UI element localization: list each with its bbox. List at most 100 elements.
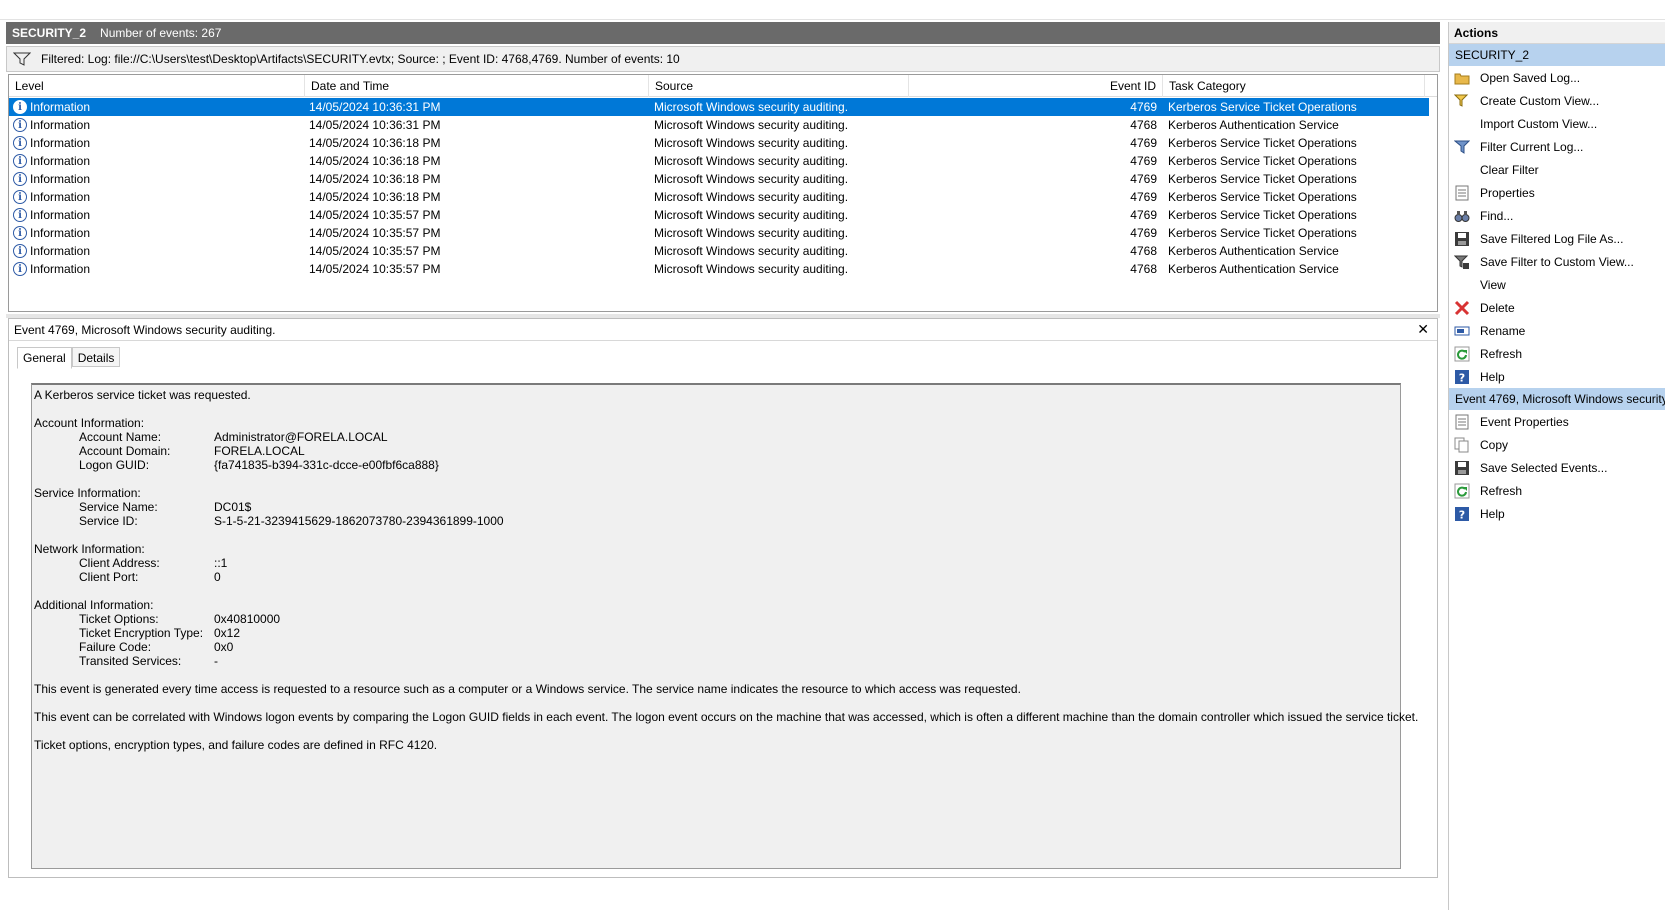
event-id-cell: 4768 <box>1130 118 1157 132</box>
action-properties[interactable]: Properties <box>1449 181 1665 204</box>
action-label: Save Filter to Custom View... <box>1480 254 1634 269</box>
copy-icon <box>1454 437 1470 453</box>
action-label: Copy <box>1480 437 1509 452</box>
event-count: Number of events: 267 <box>100 26 222 40</box>
action-refresh[interactable]: Refresh <box>1449 479 1665 502</box>
svg-text:?: ? <box>1459 508 1465 521</box>
date-cell: 14/05/2024 10:36:31 PM <box>309 100 441 114</box>
info-field: Account Name: Administrator@FORELA.LOCAL <box>34 430 1400 444</box>
action-create-custom-view[interactable]: Create Custom View... <box>1449 89 1665 112</box>
action-label: Import Custom View... <box>1480 116 1598 131</box>
events-grid[interactable]: Level Date and Time Source Event ID Task… <box>8 74 1438 312</box>
column-header-source[interactable]: Source <box>649 75 909 97</box>
column-header-date[interactable]: Date and Time <box>305 75 649 97</box>
action-save-filter-to-custom-view[interactable]: Save Filter to Custom View... <box>1449 250 1665 273</box>
information-icon: i <box>13 136 27 150</box>
task-category-cell: Kerberos Authentication Service <box>1168 244 1339 258</box>
column-header-task-category[interactable]: Task Category <box>1163 75 1425 97</box>
level-cell: i Information <box>9 262 305 276</box>
action-label: View <box>1480 277 1506 292</box>
info-field: Logon GUID: {fa741835-b394-331c-dcce-e00f… <box>34 458 1400 472</box>
action-clear-filter[interactable]: Clear Filter <box>1449 158 1665 181</box>
level-text: Information <box>30 262 91 276</box>
task-category-cell: Kerberos Service Ticket Operations <box>1168 208 1357 222</box>
table-row[interactable]: i Information 14/05/2024 10:36:18 PM Micros… <box>9 170 1429 188</box>
actions-title: Actions <box>1449 22 1665 44</box>
table-row[interactable]: i Information 14/05/2024 10:35:57 PM Micros… <box>9 260 1429 278</box>
actions-pane: Actions SECURITY_2 Open Saved Log... Crea… <box>1448 22 1665 910</box>
action-event-properties[interactable]: Event Properties <box>1449 410 1665 433</box>
action-label: Create Custom View... <box>1480 93 1600 108</box>
date-cell: 14/05/2024 10:36:31 PM <box>309 118 441 132</box>
action-import-custom-view[interactable]: Import Custom View... <box>1449 112 1665 135</box>
field-value: {fa741835-b394-331c-dcce-e00fbf6ca888} <box>214 458 439 472</box>
field-label: Account Name: <box>79 430 162 444</box>
action-label: Delete <box>1480 300 1515 315</box>
actions-section-event[interactable]: Event 4769, Microsoft Windows security a… <box>1449 388 1665 410</box>
action-copy[interactable]: Copy <box>1449 433 1665 456</box>
action-save-filtered-log-file-as[interactable]: Save Filtered Log File As... <box>1449 227 1665 250</box>
filter-icon <box>13 52 31 66</box>
source-cell: Microsoft Windows security auditing. <box>654 118 849 132</box>
source-cell: Microsoft Windows security auditing. <box>654 172 849 186</box>
level-cell: i Information <box>9 244 305 258</box>
information-icon: i <box>13 154 27 168</box>
close-icon[interactable]: ✕ <box>1417 321 1429 338</box>
action-save-selected-events[interactable]: Save Selected Events... <box>1449 456 1665 479</box>
level-text: Information <box>30 136 91 150</box>
table-row[interactable]: i Information 14/05/2024 10:36:18 PM Micros… <box>9 152 1429 170</box>
action-refresh[interactable]: Refresh <box>1449 342 1665 365</box>
table-row[interactable]: i Information 14/05/2024 10:36:18 PM Micros… <box>9 134 1429 152</box>
tab-details[interactable]: Details <box>71 347 121 367</box>
actions-section-log[interactable]: SECURITY_2 <box>1449 44 1665 66</box>
action-label: Save Filtered Log File As... <box>1480 231 1624 246</box>
filter-create-icon <box>1454 93 1470 109</box>
information-icon: i <box>13 100 27 114</box>
table-row[interactable]: i Information 14/05/2024 10:35:57 PM Micros… <box>9 224 1429 242</box>
description-paragraph-1: This event is generated every time acces… <box>34 682 1021 696</box>
action-open-saved-log[interactable]: Open Saved Log... <box>1449 66 1665 89</box>
level-cell: i Information <box>9 118 305 132</box>
event-detail-pane: Event 4769, Microsoft Windows security a… <box>8 318 1438 878</box>
action-find[interactable]: Find... <box>1449 204 1665 227</box>
date-cell: 14/05/2024 10:35:57 PM <box>309 262 441 276</box>
event-id-cell: 4769 <box>1130 100 1157 114</box>
tab-general[interactable]: General <box>17 347 72 369</box>
task-category-cell: Kerberos Service Ticket Operations <box>1168 226 1357 240</box>
level-text: Information <box>30 100 91 114</box>
table-row[interactable]: i Information 14/05/2024 10:35:57 PM Micros… <box>9 206 1429 224</box>
event-description: A Kerberos service ticket was requested.… <box>31 383 1418 869</box>
field-value: DC01$ <box>214 500 252 514</box>
table-row[interactable]: i Information 14/05/2024 10:36:31 PM Micros… <box>9 116 1429 134</box>
info-field: Ticket Options: 0x40810000 <box>34 612 1400 626</box>
main-pane: SECURITY_2 Number of events: 267 Filtere… <box>6 22 1440 910</box>
action-help[interactable]: ? Help <box>1449 502 1665 525</box>
action-delete[interactable]: Delete <box>1449 296 1665 319</box>
filter-bar: Filtered: Log: file://C:\Users\test\Desk… <box>6 46 1440 72</box>
field-value: 0x0 <box>214 640 234 654</box>
task-category-cell: Kerberos Service Ticket Operations <box>1168 190 1357 204</box>
information-icon: i <box>13 226 27 240</box>
refresh-icon <box>1454 483 1470 499</box>
column-header-level[interactable]: Level <box>9 75 305 97</box>
date-cell: 14/05/2024 10:35:57 PM <box>309 208 441 222</box>
info-field: Service Name: DC01$ <box>34 500 1400 514</box>
table-row[interactable]: i Information 14/05/2024 10:36:18 PM Micros… <box>9 188 1429 206</box>
action-help[interactable]: ? Help <box>1449 365 1665 388</box>
field-label: Client Port: <box>79 570 139 584</box>
info-field: Failure Code: 0x0 <box>34 640 1400 654</box>
action-rename[interactable]: Rename <box>1449 319 1665 342</box>
description-paragraph-3: Ticket options, encryption types, and fa… <box>34 738 438 752</box>
event-id-cell: 4768 <box>1130 262 1157 276</box>
field-value: 0 <box>214 570 221 584</box>
action-label: Help <box>1480 369 1505 384</box>
column-header-event-id[interactable]: Event ID <box>909 75 1163 97</box>
table-row[interactable]: i Information 14/05/2024 10:36:31 PM Micros… <box>9 98 1429 116</box>
source-cell: Microsoft Windows security auditing. <box>654 244 849 258</box>
action-filter-current-log[interactable]: Filter Current Log... <box>1449 135 1665 158</box>
svg-text:?: ? <box>1459 371 1465 384</box>
level-cell: i Information <box>9 226 305 240</box>
action-view[interactable]: View <box>1449 273 1665 296</box>
table-row[interactable]: i Information 14/05/2024 10:35:57 PM Micros… <box>9 242 1429 260</box>
action-label: Properties <box>1480 185 1535 200</box>
